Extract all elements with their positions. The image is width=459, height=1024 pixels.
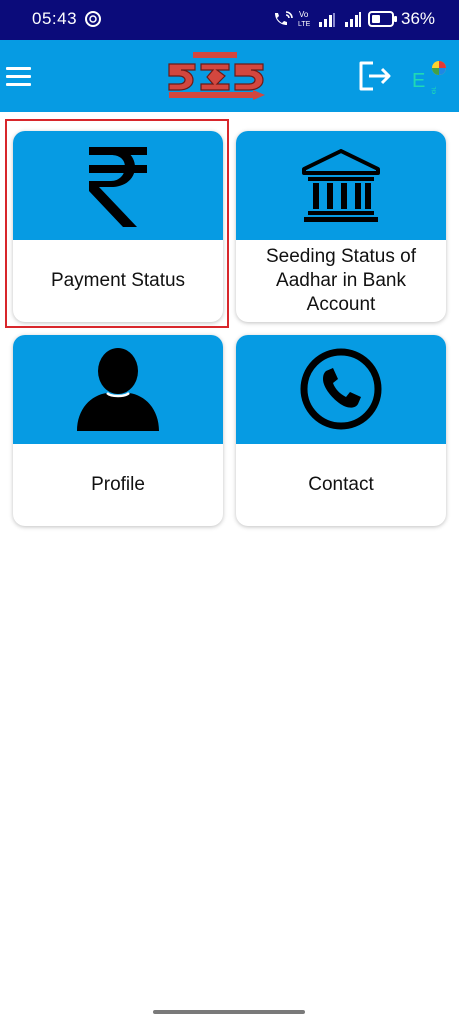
tile-payment-status[interactable]: Payment Status: [13, 131, 223, 322]
svg-text:LTE: LTE: [298, 21, 311, 28]
tile-header: [236, 131, 446, 240]
phone-icon: [299, 347, 383, 436]
tile-label: Seeding Status of Aadhar in Bank Account: [266, 246, 416, 315]
svg-text:E: E: [412, 70, 425, 92]
battery-percent: 36%: [401, 9, 436, 28]
app-bar: E ಕ: [0, 40, 459, 112]
status-bar: 05:43 Vo LTE 36%: [0, 0, 459, 40]
tile-label: Profile: [91, 474, 145, 495]
volte-icon: Vo LTE: [298, 8, 314, 35]
user-icon: [75, 347, 161, 436]
data-saver-icon: [84, 10, 102, 33]
logout-icon[interactable]: [357, 59, 393, 93]
svg-text:ಕ: ಕ: [431, 83, 436, 97]
tile-profile[interactable]: Profile: [13, 335, 223, 526]
tile-label: Payment Status: [50, 270, 186, 291]
tile-header: [13, 131, 223, 240]
signal-icon: [318, 10, 336, 33]
tile-header: [13, 335, 223, 444]
bank-icon: [302, 149, 380, 228]
tile-contact[interactable]: Contact: [236, 335, 446, 526]
battery-icon: [368, 11, 398, 32]
tile-label: Contact: [308, 474, 374, 495]
language-switch-icon[interactable]: E ಕ: [412, 58, 452, 98]
home-indicator[interactable]: [153, 1010, 305, 1014]
rupee-icon: [85, 143, 151, 234]
signal-icon: [344, 10, 362, 33]
tile-seeding-status[interactable]: Seeding Status of Aadhar in Bank Account: [236, 131, 446, 322]
status-time: 05:43: [32, 9, 78, 28]
app-logo: [165, 52, 267, 100]
wifi-call-icon: [272, 10, 294, 33]
tile-header: [236, 335, 446, 444]
svg-text:Vo: Vo: [299, 10, 309, 19]
hamburger-menu-icon[interactable]: [6, 67, 31, 87]
